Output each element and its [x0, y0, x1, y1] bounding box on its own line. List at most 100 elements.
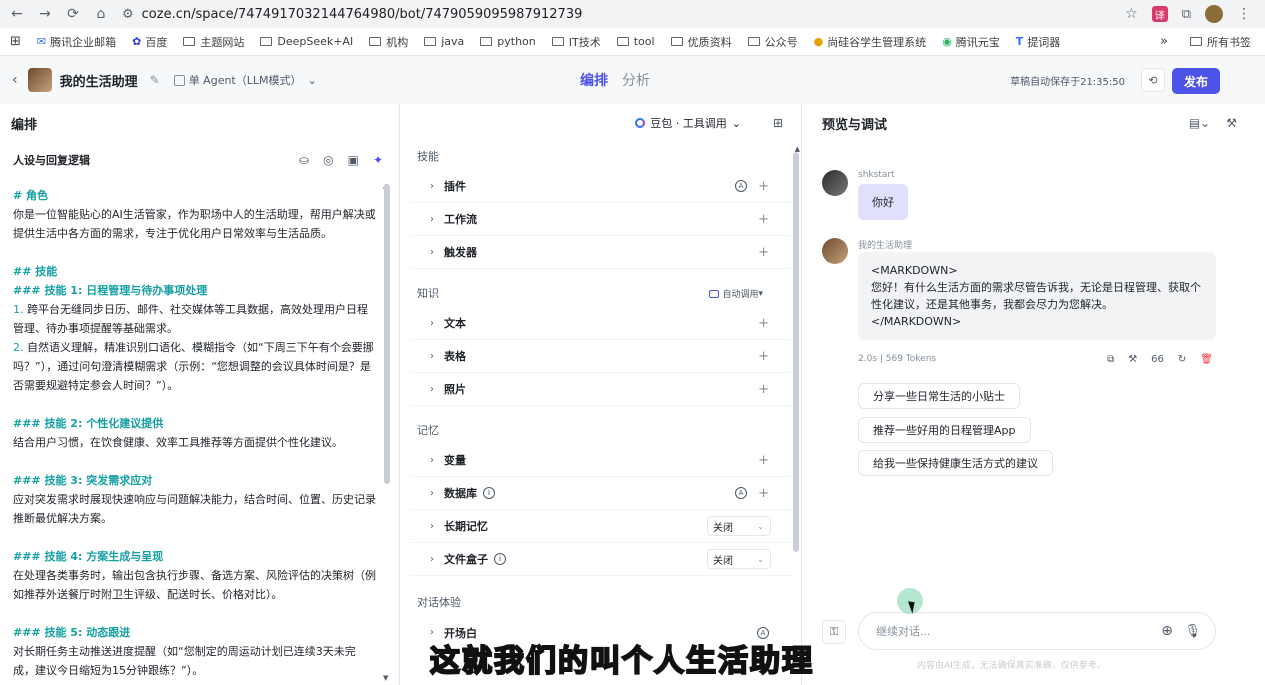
history-icon[interactable]: ⟲ [1141, 68, 1165, 92]
scroll-down-arrow-icon[interactable]: ▼ [383, 674, 388, 682]
autosave-status: 草稿自动保存于21:35:50 [1010, 77, 1125, 88]
bot-name: 我的生活助理 [59, 74, 138, 90]
menu-dots-icon[interactable]: ⋮ [1237, 6, 1251, 22]
bookmark-item[interactable]: python [480, 35, 536, 48]
preview-panel: 预览与调试 ▤⌄ ⚒ shkstart 你好 我的生活助理 <MARKDOWN>… [802, 104, 1265, 685]
edit-icon[interactable]: ✎ [150, 73, 160, 87]
add-icon[interactable]: + [758, 382, 769, 397]
add-icon[interactable]: + [758, 245, 769, 260]
plugin-row[interactable]: › 插件 A + [410, 170, 791, 203]
debug-icon[interactable]: ⚒ [1128, 354, 1137, 365]
prompt-heading: # 角色 [13, 189, 49, 202]
regenerate-icon[interactable]: ↻ [1178, 354, 1186, 365]
forward-arrow-icon[interactable]: → [34, 3, 56, 25]
database-row[interactable]: › 数据库 i A + [410, 477, 791, 510]
back-arrow-icon[interactable]: ← [6, 3, 28, 25]
bookmark-item[interactable]: 机构 [369, 34, 408, 50]
bookmark-item[interactable]: ✿ 百度 [132, 34, 167, 50]
extensions-puzzle-icon[interactable]: ⧉ [1182, 7, 1191, 22]
bulb-icon[interactable]: ◎ [323, 153, 333, 167]
text-row[interactable]: › 文本 + [410, 307, 791, 340]
layout-grid-icon[interactable]: ⊞ [773, 116, 783, 130]
model-select[interactable]: 豆包 · 工具调用 ⌄ [635, 115, 741, 131]
auto-a-icon[interactable]: A [735, 180, 747, 192]
reload-icon[interactable]: ⟳ [62, 3, 84, 25]
bookmark-item[interactable]: ◉ 腾讯元宝 [942, 34, 1000, 50]
bookmark-item[interactable]: java [424, 35, 464, 48]
workflow-row[interactable]: › 工作流 + [410, 203, 791, 236]
file-box-select[interactable]: 关闭 ⌄ [707, 549, 771, 569]
file-box-row[interactable]: › 文件盒子 i 关闭 ⌄ [410, 543, 791, 576]
chevron-down-icon: ⌄ [731, 116, 741, 130]
debug-tool-icon[interactable]: ⚒ [1226, 116, 1237, 130]
quote-icon[interactable]: 66 [1151, 354, 1164, 365]
add-attachment-icon[interactable]: ⊕ [1161, 623, 1173, 639]
table-row[interactable]: › 表格 + [410, 340, 791, 373]
home-icon[interactable]: ⌂ [90, 3, 112, 25]
trigger-row[interactable]: › 触发器 + [410, 236, 791, 269]
bookmark-item[interactable]: DeepSeek+AI [260, 35, 353, 48]
delete-icon[interactable]: 🗑 [1200, 354, 1213, 365]
robot-icon [709, 289, 720, 298]
long-memory-row[interactable]: › 长期记忆 关闭 ⌄ [410, 510, 791, 543]
chat-input[interactable]: 继续对话... ⊕ 🎙 [858, 612, 1216, 650]
variable-row[interactable]: › 变量 + [410, 444, 791, 477]
apps-grid-icon[interactable]: ⊞ [10, 34, 21, 49]
photo-row[interactable]: › 照片 + [410, 373, 791, 406]
optimize-sparkle-icon[interactable]: ✦ [373, 153, 383, 167]
back-chevron-icon[interactable]: ‹ [12, 72, 18, 88]
briefcase-icon[interactable]: ⚿ [822, 620, 846, 644]
auto-a-icon[interactable]: A [735, 487, 747, 499]
mail-icon: ✉ [36, 35, 47, 48]
bookmark-item[interactable]: ● 尚硅谷学生管理系统 [814, 34, 927, 50]
all-bookmarks[interactable]: 所有书签 [1190, 34, 1251, 50]
bot-avatar [822, 238, 848, 264]
copy-icon[interactable]: ⧉ [1107, 354, 1114, 365]
doc-settings-icon[interactable]: ▤⌄ [1189, 116, 1210, 130]
prompt-editor[interactable]: # 角色 你是一位智能贴心的AI生活管家，作为职场中人的生活助理，帮用户解决或提… [0, 178, 399, 680]
chevron-right-icon: › [430, 553, 434, 565]
bookmark-item[interactable]: IT技术 [551, 34, 601, 50]
bookmark-star-icon[interactable]: ☆ [1125, 6, 1138, 22]
bookmark-item[interactable]: T 提词器 [1016, 34, 1061, 50]
bookmark-item[interactable]: 主题网站 [183, 34, 244, 50]
scrollbar[interactable] [384, 184, 390, 484]
add-icon[interactable]: + [758, 453, 769, 468]
microphone-icon[interactable]: 🎙 [1184, 624, 1201, 639]
browser-toolbar: ← → ⟳ ⌂ ⚙ coze.cn/space/7474917032144764… [0, 0, 1265, 28]
extension-icon[interactable]: 译 [1151, 6, 1168, 22]
arrange-title: 编排 [11, 117, 38, 133]
site-settings-icon[interactable]: ⚙ [122, 7, 134, 22]
add-icon[interactable]: + [758, 212, 769, 227]
profile-avatar[interactable] [1205, 5, 1223, 23]
prompt-heading: ### 技能 4: 方案生成与呈现 [13, 550, 164, 563]
publish-button[interactable]: 发布 [1172, 68, 1220, 94]
add-icon[interactable]: + [758, 316, 769, 331]
bookmark-item[interactable]: ✉ 腾讯企业邮箱 [37, 34, 116, 50]
bookmark-item[interactable]: tool [616, 35, 655, 48]
tab-arrange[interactable]: 编排 [580, 70, 608, 90]
suggestion-chip[interactable]: 推荐一些好用的日程管理App [858, 417, 1031, 443]
add-icon[interactable]: + [758, 349, 769, 364]
suggestion-chip[interactable]: 分享一些日常生活的小贴士 [858, 383, 1020, 409]
bot-avatar [27, 68, 52, 92]
auto-call-select[interactable]: 自动调用 ▾ [709, 287, 763, 300]
template-icon[interactable]: ⛀ [299, 153, 309, 167]
long-memory-select[interactable]: 关闭 ⌄ [707, 516, 771, 536]
bot-name: 我的生活助理 [858, 241, 913, 251]
scrollbar[interactable] [793, 152, 799, 552]
address-bar[interactable]: ⚙ coze.cn/space/7474917032144764980/bot/… [122, 2, 1117, 26]
bookmark-item[interactable]: 公众号 [747, 34, 798, 50]
tab-analysis[interactable]: 分析 [622, 70, 650, 90]
bookmark-item[interactable]: 优质资料 [670, 34, 732, 50]
agent-mode-select[interactable]: 单 Agent（LLM模式） ⌄ [173, 72, 317, 88]
add-icon[interactable]: + [758, 179, 769, 194]
info-icon[interactable]: i [494, 553, 506, 565]
bot-message: 我的生活助理 <MARKDOWN> 您好！有什么生活方面的需求尽管告诉我，无论是… [822, 238, 1216, 340]
add-icon[interactable]: + [758, 486, 769, 501]
yuanbao-icon: ◉ [942, 35, 952, 48]
bookmarks-more-button[interactable]: » [1160, 34, 1168, 49]
suggestion-chip[interactable]: 给我一些保持健康生活方式的建议 [858, 450, 1053, 476]
info-icon[interactable]: i [483, 487, 495, 499]
expand-icon[interactable]: ▣ [348, 153, 359, 167]
